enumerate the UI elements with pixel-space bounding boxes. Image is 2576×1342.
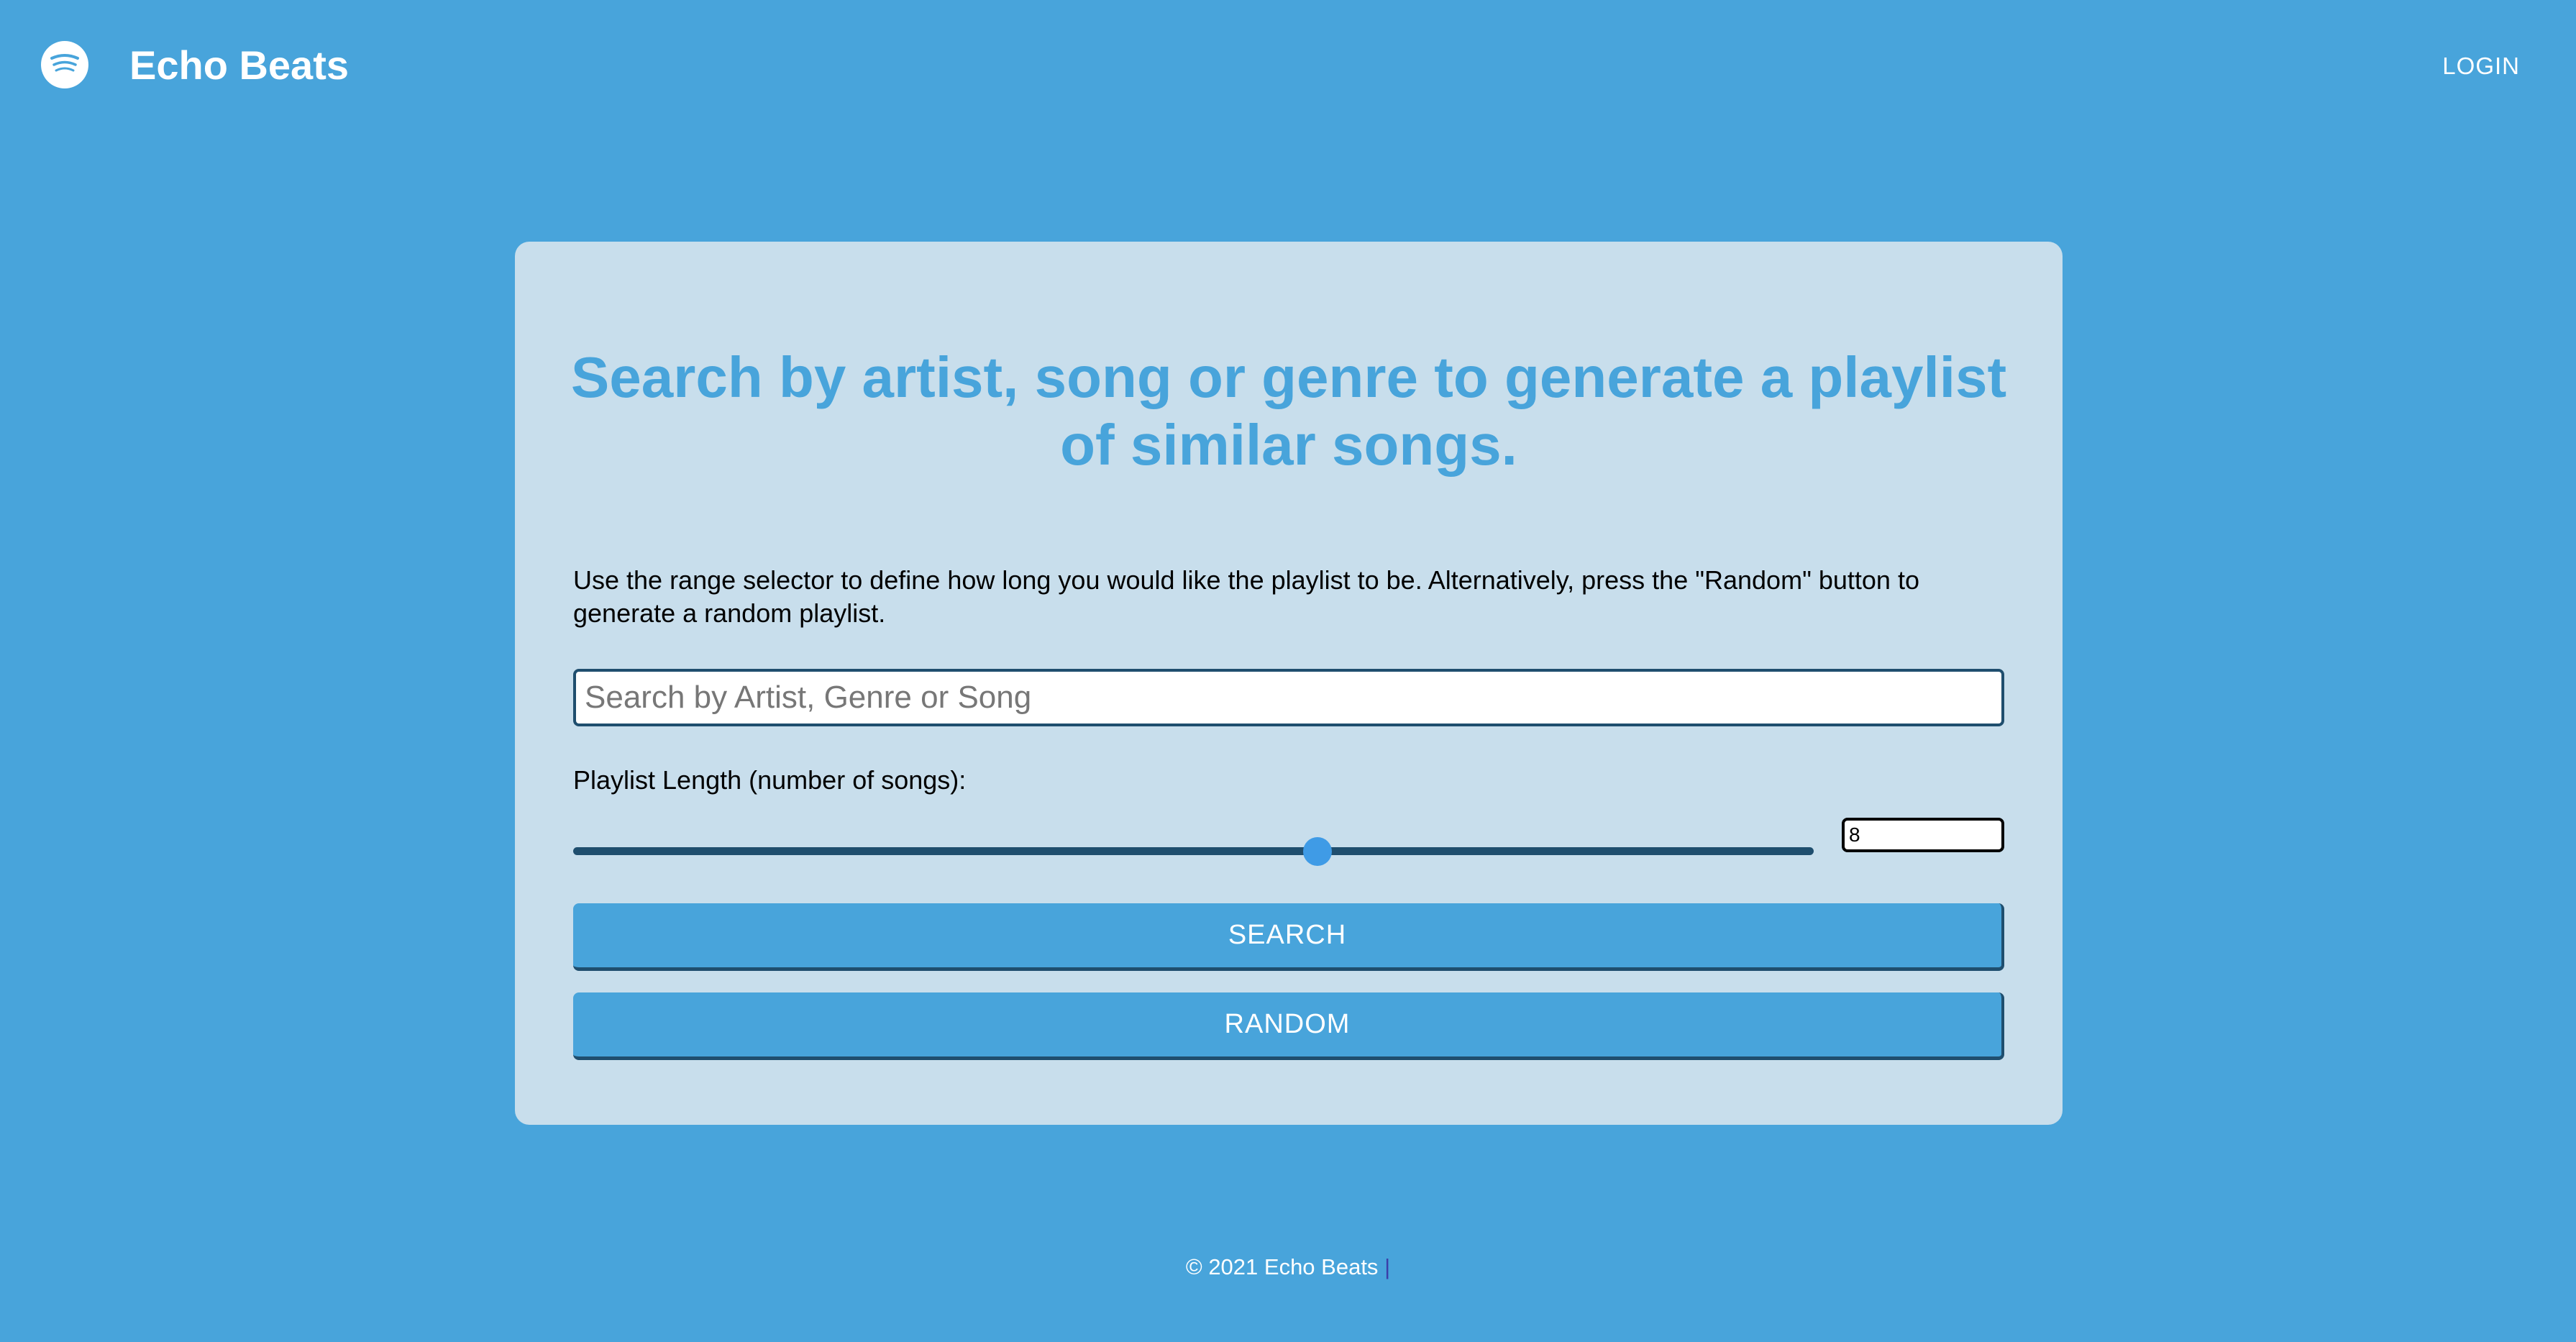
slider-thumb[interactable] (1303, 837, 1332, 866)
spotify-logo-icon[interactable] (41, 41, 88, 88)
search-input[interactable] (573, 669, 2004, 726)
copyright-text: © 2021 Echo Beats (1185, 1254, 1379, 1279)
slider-track[interactable] (573, 847, 1814, 855)
playlist-length-slider[interactable] (573, 830, 1814, 873)
brand-name[interactable]: Echo Beats (129, 40, 349, 91)
random-button[interactable]: RANDOM (573, 992, 2004, 1060)
top-navbar: Echo Beats LOGIN (0, 0, 2576, 137)
search-button[interactable]: SEARCH (573, 903, 2004, 971)
login-link[interactable]: LOGIN (2442, 52, 2520, 81)
playlist-length-field[interactable] (1842, 818, 2004, 852)
footer-separator: | (1384, 1254, 1391, 1279)
footer: © 2021 Echo Beats | (0, 1253, 2576, 1282)
playlist-length-label: Playlist Length (number of songs): (573, 765, 967, 795)
instructions-text: Use the range selector to define how lon… (573, 565, 1919, 628)
search-card: Search by artist, song or genre to gener… (515, 242, 2063, 1125)
page-headline: Search by artist, song or genre to gener… (570, 345, 2007, 477)
